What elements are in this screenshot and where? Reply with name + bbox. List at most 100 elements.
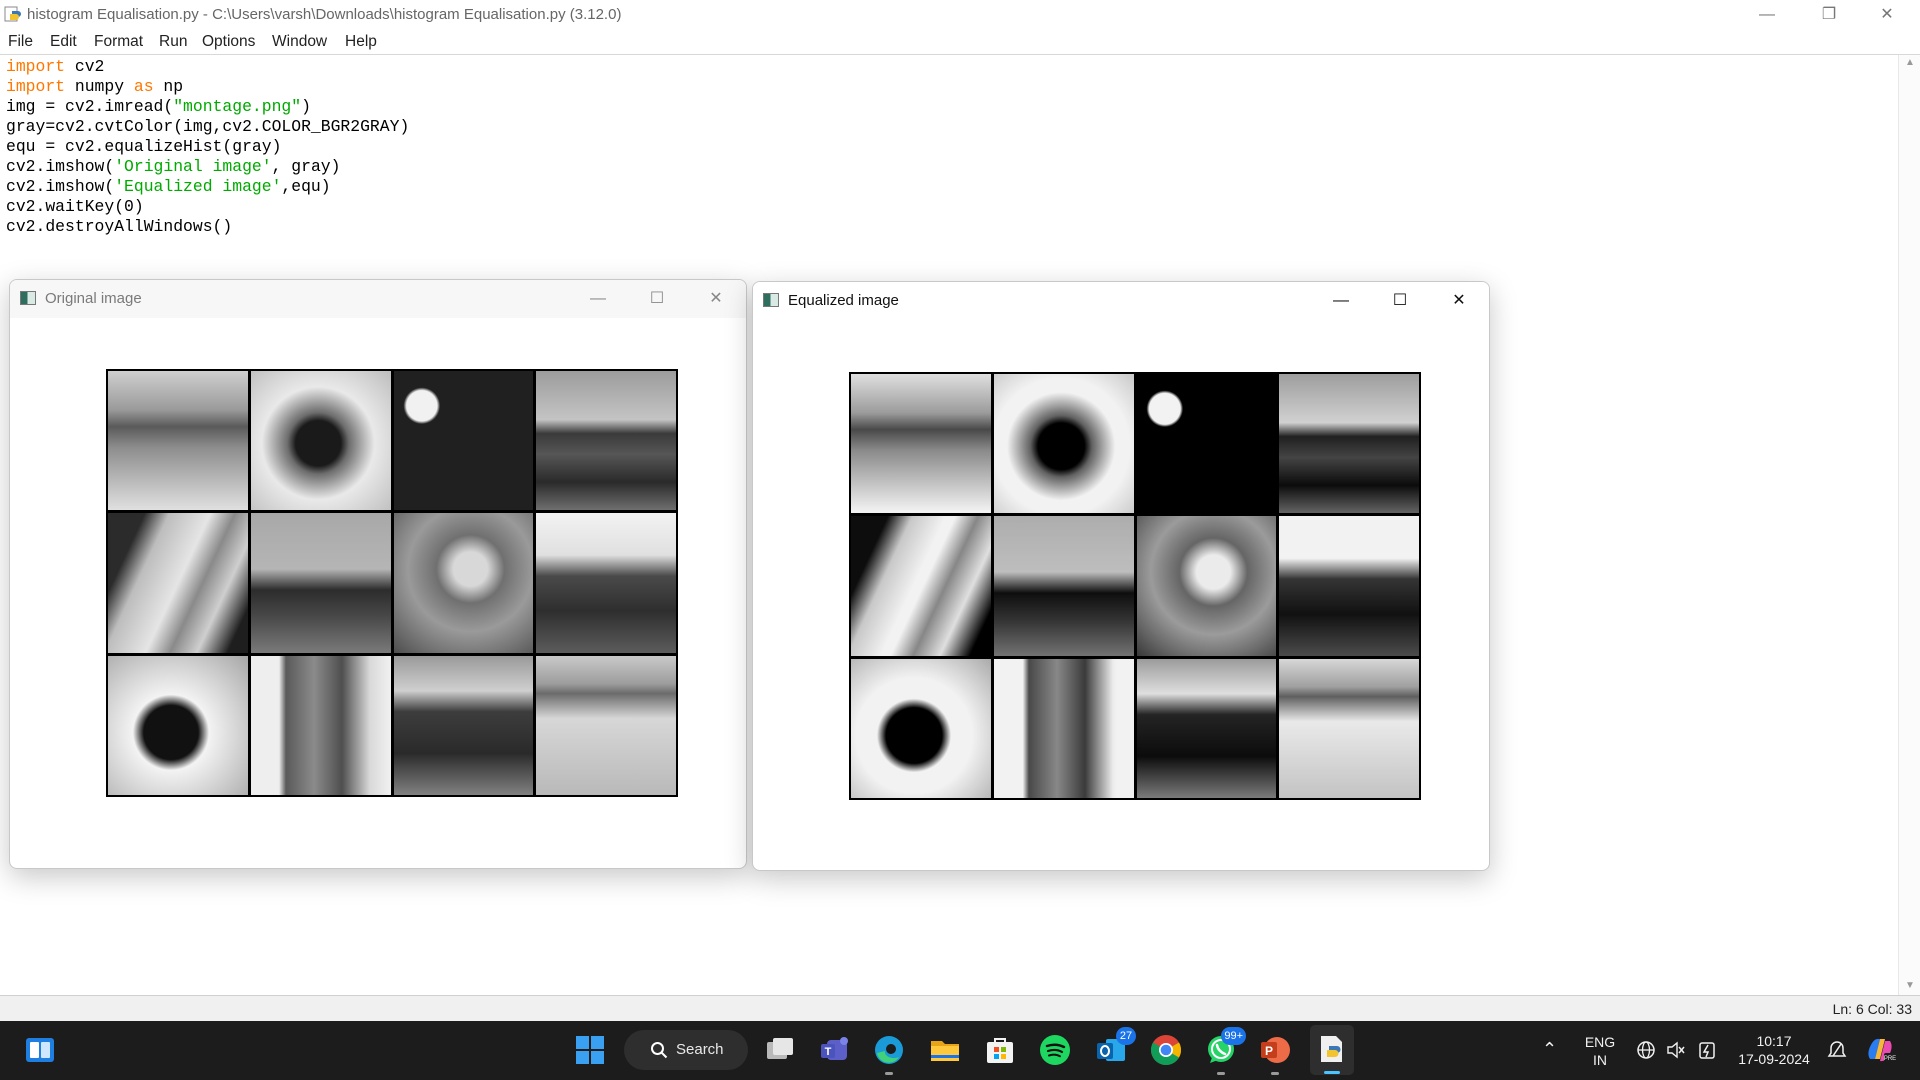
shirt-photo (250, 655, 391, 795)
idle-taskbar-button[interactable] (1310, 1025, 1354, 1075)
scroll-up-icon[interactable]: ▲ (1905, 57, 1915, 68)
minimize-button[interactable]: — (1738, 0, 1796, 29)
fish-fillet-photo (108, 513, 248, 653)
equalized-window-titlebar[interactable]: Equalized image — ☐ ✕ (753, 282, 1489, 320)
equalized-montage-image (849, 372, 1421, 800)
code-token: ) (301, 97, 311, 116)
shirt-photo (993, 658, 1134, 798)
child-photo (393, 513, 534, 653)
notification-bell-icon[interactable] (1826, 1039, 1848, 1061)
code-line[interactable]: cv2.destroyAllWindows() (6, 217, 409, 237)
powerpoint-button[interactable]: P (1258, 1033, 1292, 1075)
editor-titlebar: histogram Equalisation.py - C:\Users\var… (0, 0, 1920, 29)
clock[interactable]: 10:17 17-09-2024 (1728, 1032, 1820, 1068)
maximize-icon[interactable]: ☐ (637, 286, 677, 312)
restore-button[interactable]: ❐ (1800, 0, 1858, 29)
teams-icon[interactable]: T (818, 1033, 852, 1067)
equalized-image-window[interactable]: Equalized image — ☐ ✕ (752, 281, 1490, 871)
start-icon[interactable] (573, 1033, 607, 1067)
battery-charging-icon[interactable] (1696, 1039, 1718, 1061)
forest-photo (250, 513, 391, 653)
code-text[interactable]: import cv2 import numpy as np img = cv2.im… (6, 57, 409, 237)
chevron-up-icon[interactable]: ⌃ (1542, 1039, 1557, 1060)
file-explorer-icon[interactable] (928, 1033, 962, 1067)
close-icon[interactable]: ✕ (1439, 288, 1479, 314)
powerpoint-icon: P (1261, 1037, 1290, 1063)
microsoft-store-icon[interactable] (983, 1033, 1017, 1067)
code-line[interactable]: cv2.imshow('Equalized image',equ) (6, 177, 409, 197)
network-globe-icon[interactable] (1636, 1040, 1656, 1060)
whatsapp-button[interactable]: 99+ (1204, 1027, 1246, 1075)
running-indicator (1217, 1072, 1225, 1075)
chrome-icon[interactable] (1149, 1033, 1183, 1067)
lake-photo (536, 371, 676, 511)
menu-edit[interactable]: Edit (50, 33, 77, 51)
code-line[interactable]: img = cv2.imread("montage.png") (6, 97, 409, 117)
menu-run[interactable]: Run (159, 33, 187, 51)
search-icon (651, 1042, 668, 1059)
widgets-icon[interactable] (23, 1033, 57, 1067)
original-window-titlebar[interactable]: Original image — ☐ ✕ (10, 280, 746, 318)
vertical-scrollbar[interactable]: ▲ ▼ (1898, 55, 1920, 995)
editor-window-title: histogram Equalisation.py - C:\Users\var… (27, 6, 622, 23)
penguin-toy-photo (108, 655, 248, 795)
outlook-button[interactable]: 27 (1094, 1027, 1136, 1067)
original-image-window[interactable]: Original image — ☐ ✕ (9, 279, 747, 869)
menu-file[interactable]: File (8, 33, 33, 51)
idle-file-icon (1321, 1036, 1342, 1062)
code-line[interactable]: cv2.imshow('Original image', gray) (6, 157, 409, 177)
svg-text:P: P (1265, 1044, 1273, 1058)
copilot-icon[interactable]: PRE (1864, 1035, 1896, 1065)
outlook-badge: 27 (1116, 1027, 1136, 1045)
code-token: , gray) (271, 157, 341, 176)
lake-photo (1279, 374, 1419, 514)
code-token: img = cv2.imread( (6, 97, 174, 116)
svg-text:PRE: PRE (1884, 1056, 1896, 1062)
close-button[interactable]: ✕ (1858, 0, 1916, 29)
search-label: Search (676, 1041, 724, 1058)
spotify-icon[interactable] (1038, 1033, 1072, 1067)
volume-muted-icon[interactable] (1666, 1040, 1686, 1060)
code-token: gray=cv2.cvtColor(img,cv2.COLOR_BGR2GRAY… (6, 117, 410, 136)
taskbar: Search T 27 99+ P ⌃ ENG IN 10:17 17-09-2… (0, 1021, 1920, 1080)
idle-app-icon (4, 6, 21, 22)
cupcakes-photo (393, 371, 534, 511)
menu-format[interactable]: Format (94, 33, 143, 51)
edge-button[interactable] (872, 1033, 906, 1075)
forest-photo (993, 516, 1134, 656)
code-token: cv2 (65, 57, 105, 76)
code-token: ,equ) (281, 177, 331, 196)
code-string: "montage.png" (173, 97, 302, 116)
code-token: numpy (65, 77, 134, 96)
close-icon: ✕ (1880, 6, 1894, 23)
menu-bar: File Edit Format Run Options Window Help (0, 29, 1920, 55)
menu-options[interactable]: Options (202, 33, 255, 51)
task-view-icon[interactable] (763, 1033, 797, 1067)
code-token: np (153, 77, 184, 96)
code-line[interactable]: cv2.waitKey(0) (6, 197, 409, 217)
menu-help[interactable]: Help (345, 33, 377, 51)
svg-text:T: T (825, 1046, 832, 1058)
whatsapp-badge: 99+ (1221, 1027, 1246, 1045)
beach-photo (108, 371, 248, 511)
language-indicator[interactable]: ENG IN (1578, 1033, 1622, 1069)
code-string: 'Original image' (114, 157, 272, 176)
code-line[interactable]: import numpy as np (6, 77, 409, 97)
minimize-icon[interactable]: — (1321, 288, 1361, 314)
opencv-window-icon (763, 293, 779, 307)
code-string: 'Equalized image' (114, 177, 282, 196)
restore-icon: ❐ (1821, 6, 1837, 23)
snowy-beach-photo (1279, 658, 1419, 798)
code-line[interactable]: import cv2 (6, 57, 409, 77)
cat-photo (250, 371, 391, 511)
menu-window[interactable]: Window (272, 33, 327, 51)
maximize-icon[interactable]: ☐ (1380, 288, 1420, 314)
search-box[interactable]: Search (624, 1030, 748, 1070)
scroll-down-icon[interactable]: ▼ (1905, 980, 1915, 991)
sofa-photo (536, 513, 676, 653)
code-line[interactable]: gray=cv2.cvtColor(img,cv2.COLOR_BGR2GRAY… (6, 117, 409, 137)
close-icon[interactable]: ✕ (696, 286, 736, 312)
sofa-photo (1279, 516, 1419, 656)
code-line[interactable]: equ = cv2.equalizeHist(gray) (6, 137, 409, 157)
minimize-icon[interactable]: — (578, 286, 618, 312)
